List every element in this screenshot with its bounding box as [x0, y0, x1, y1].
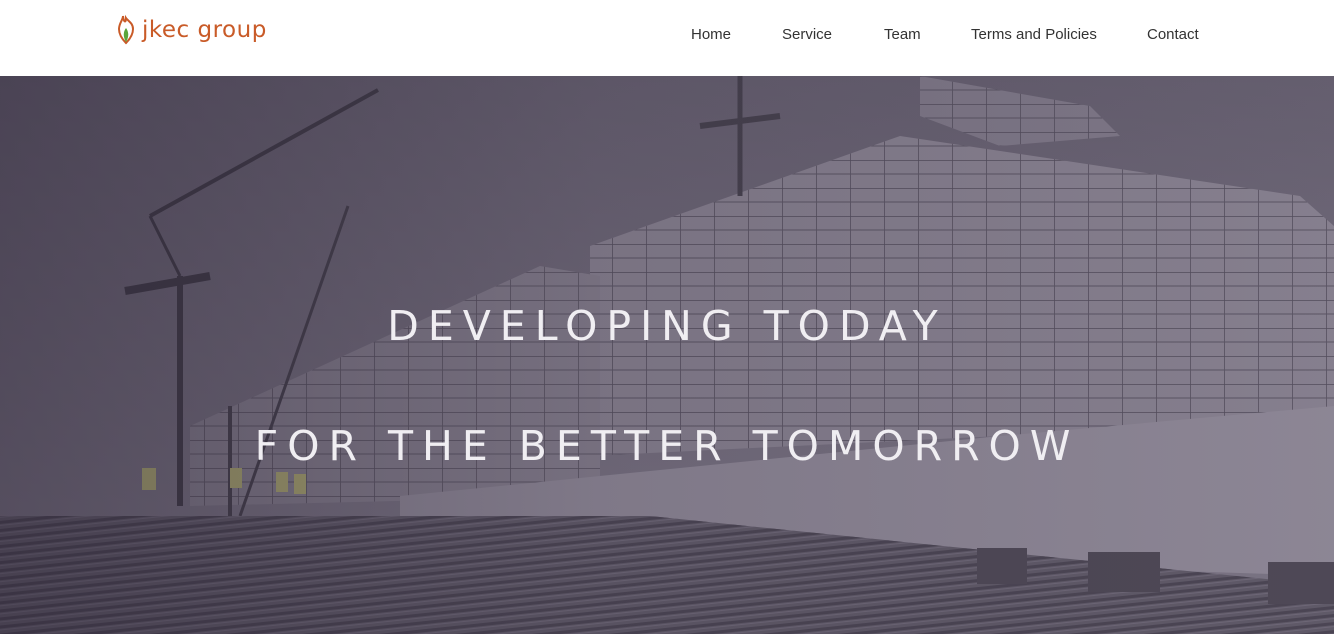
site-header: jkec group Home Service Team Terms and P… [0, 0, 1334, 76]
hero-headline-line1: DEVELOPING TODAY [387, 302, 947, 350]
main-nav: Home Service Team Terms and Policies Con… [0, 26, 1334, 46]
nav-terms-link[interactable]: Terms and Policies [971, 26, 1097, 43]
nav-home-link[interactable]: Home [691, 26, 731, 43]
hero-headline-line2: FOR THE BETTER TOMORROW [254, 422, 1080, 470]
nav-contact-link[interactable]: Contact [1147, 26, 1199, 43]
nav-team-link[interactable]: Team [884, 26, 921, 43]
nav-service-link[interactable]: Service [782, 26, 832, 43]
hero-overlay [0, 76, 1334, 634]
hero-banner: DEVELOPING TODAY FOR THE BETTER TOMORROW [0, 76, 1334, 634]
